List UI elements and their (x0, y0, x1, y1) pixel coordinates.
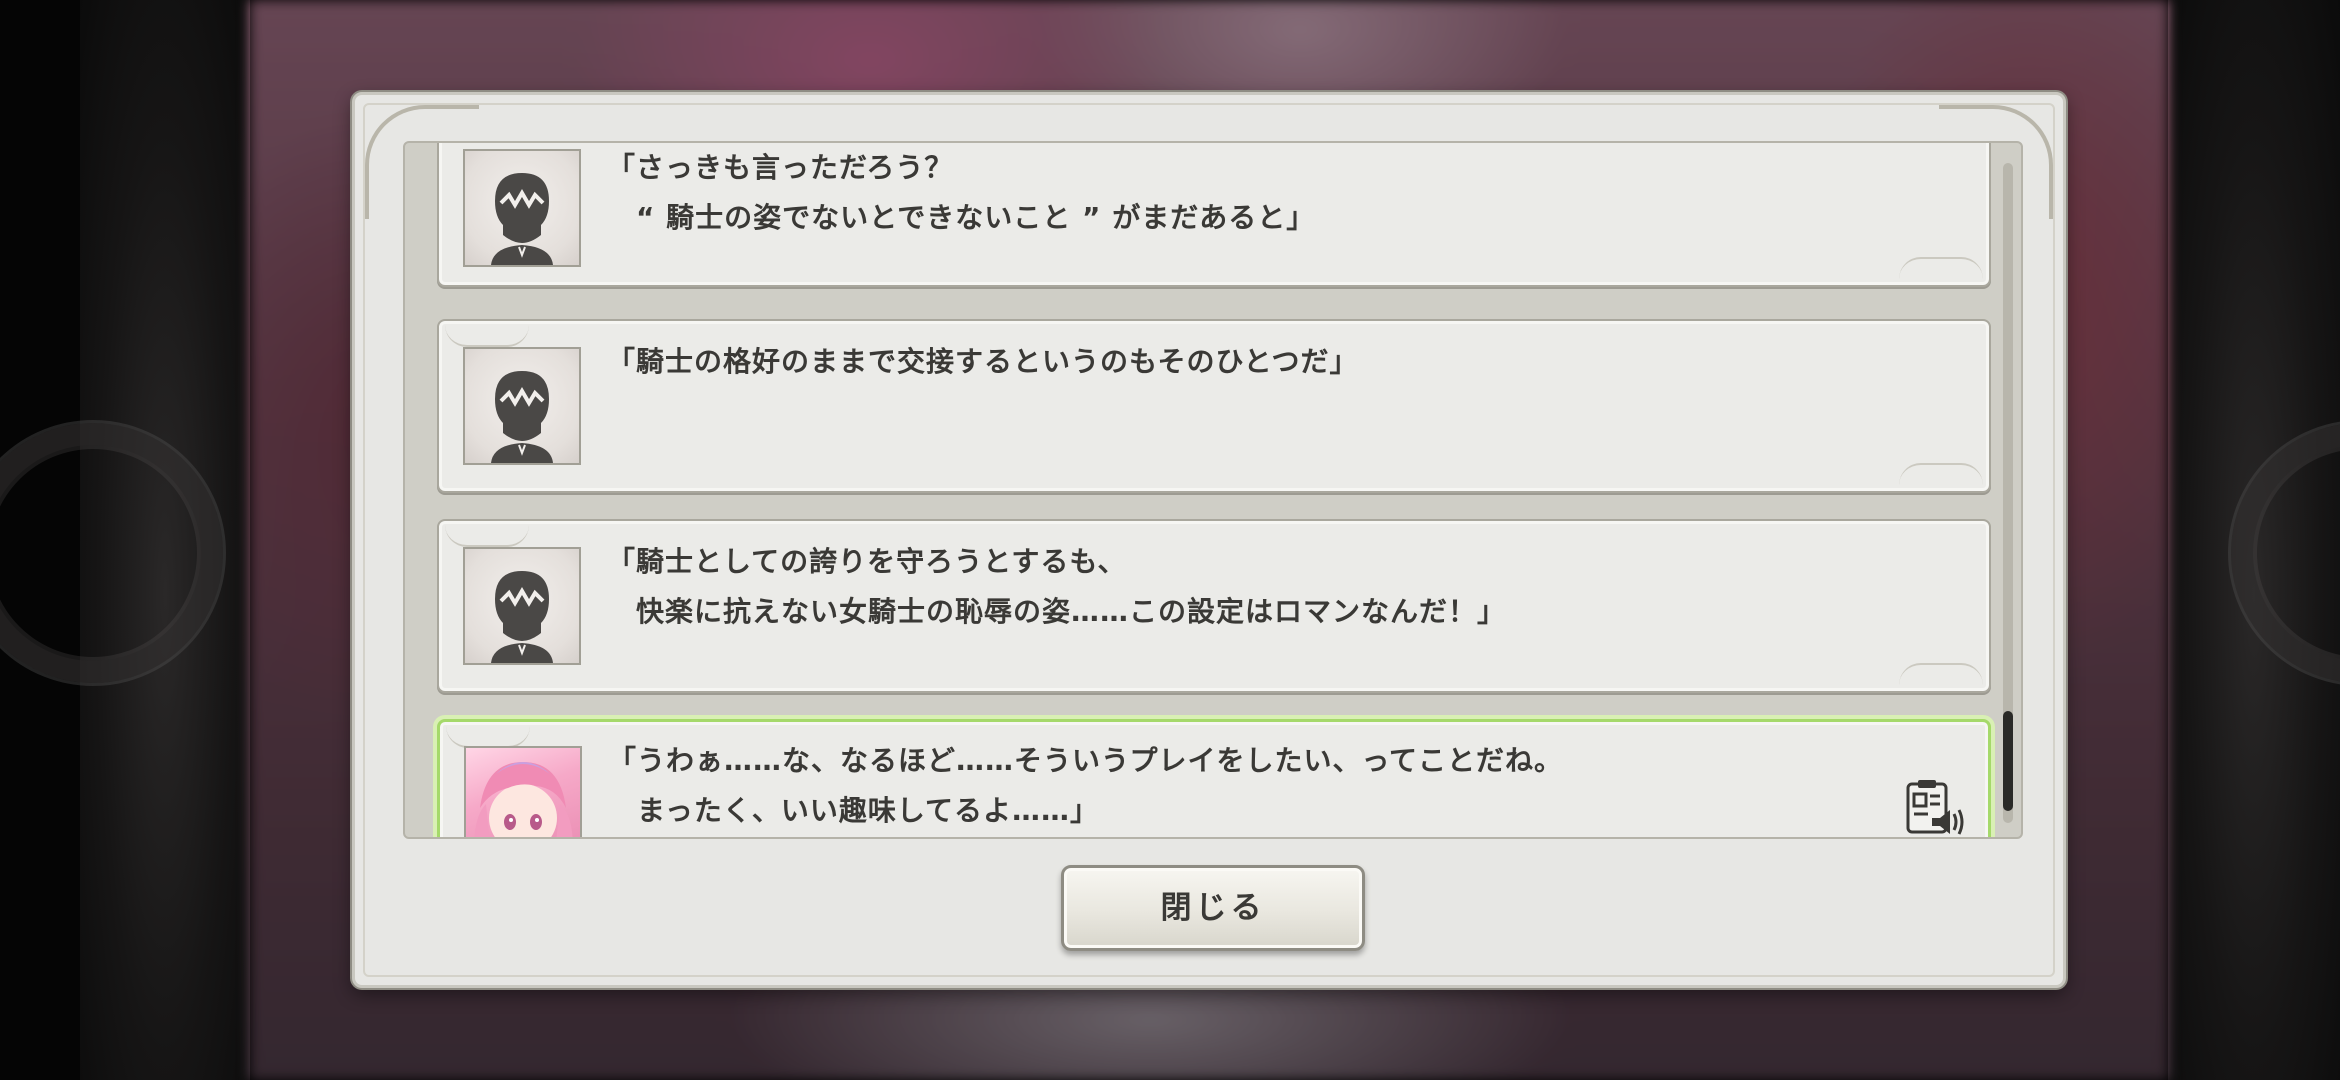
close-button[interactable]: 閉じる (1061, 865, 1365, 951)
decorative-ornament (0, 420, 226, 686)
screen: 「さっきも言っただろう？ “ 騎士の姿でないとできないこと ” がまだあると」 (0, 0, 2340, 1080)
voice-replay-icon[interactable] (1904, 780, 1966, 836)
pink-hair-girl-avatar-icon (464, 746, 582, 837)
scrollbar-thumb[interactable] (2003, 711, 2013, 811)
backlog-entry-current[interactable]: 「うわぁ……な、なるほど……そういうプレイをしたい、ってことだね。 まったく、い… (437, 719, 1991, 837)
decorative-ornament (2228, 420, 2340, 686)
right-letterbox (2168, 0, 2340, 1080)
backlog-entry[interactable]: 「騎士としての誇りを守ろうとするも、 快楽に抗えない女騎士の恥辱の姿……この設定… (437, 519, 1991, 693)
backlog-dialog: 「さっきも言っただろう？ “ 騎士の姿でないとできないこと ” がまだあると」 (352, 92, 2066, 988)
silhouette-avatar-icon (463, 547, 581, 665)
entry-text: 「騎士としての誇りを守ろうとするも、 快楽に抗えない女騎士の恥辱の姿……この設定… (607, 545, 1507, 628)
swirl-ornament (445, 325, 529, 347)
swirl-ornament (445, 525, 529, 547)
swirl-ornament (1899, 463, 1983, 485)
silhouette-avatar-icon (463, 347, 581, 465)
swirl-ornament (1899, 257, 1983, 279)
swirl-ornament (1899, 663, 1983, 685)
backlog-list-frame[interactable]: 「さっきも言っただろう？ “ 騎士の姿でないとできないこと ” がまだあると」 (403, 141, 2023, 839)
silhouette-avatar-icon (463, 149, 581, 267)
entry-text: 「騎士の格好のままで交接するというのもそのひとつだ」 (607, 345, 1359, 378)
entry-text: 「うわぁ……な、なるほど……そういうプレイをしたい、ってことだね。 まったく、い… (608, 744, 1564, 827)
close-button-label: 閉じる (1160, 890, 1266, 926)
entry-text: 「さっきも言っただろう？ “ 騎士の姿でないとできないこと ” がまだあると」 (607, 151, 1316, 234)
left-letterbox (0, 0, 250, 1080)
backlog-list[interactable]: 「さっきも言っただろう？ “ 騎士の姿でないとできないこと ” がまだあると」 (405, 143, 1995, 837)
swirl-ornament (446, 726, 530, 748)
backlog-entry[interactable]: 「騎士の格好のままで交接するというのもそのひとつだ」 (437, 319, 1991, 493)
backlog-entry[interactable]: 「さっきも言っただろう？ “ 騎士の姿でないとできないこと ” がまだあると」 (437, 143, 1991, 287)
